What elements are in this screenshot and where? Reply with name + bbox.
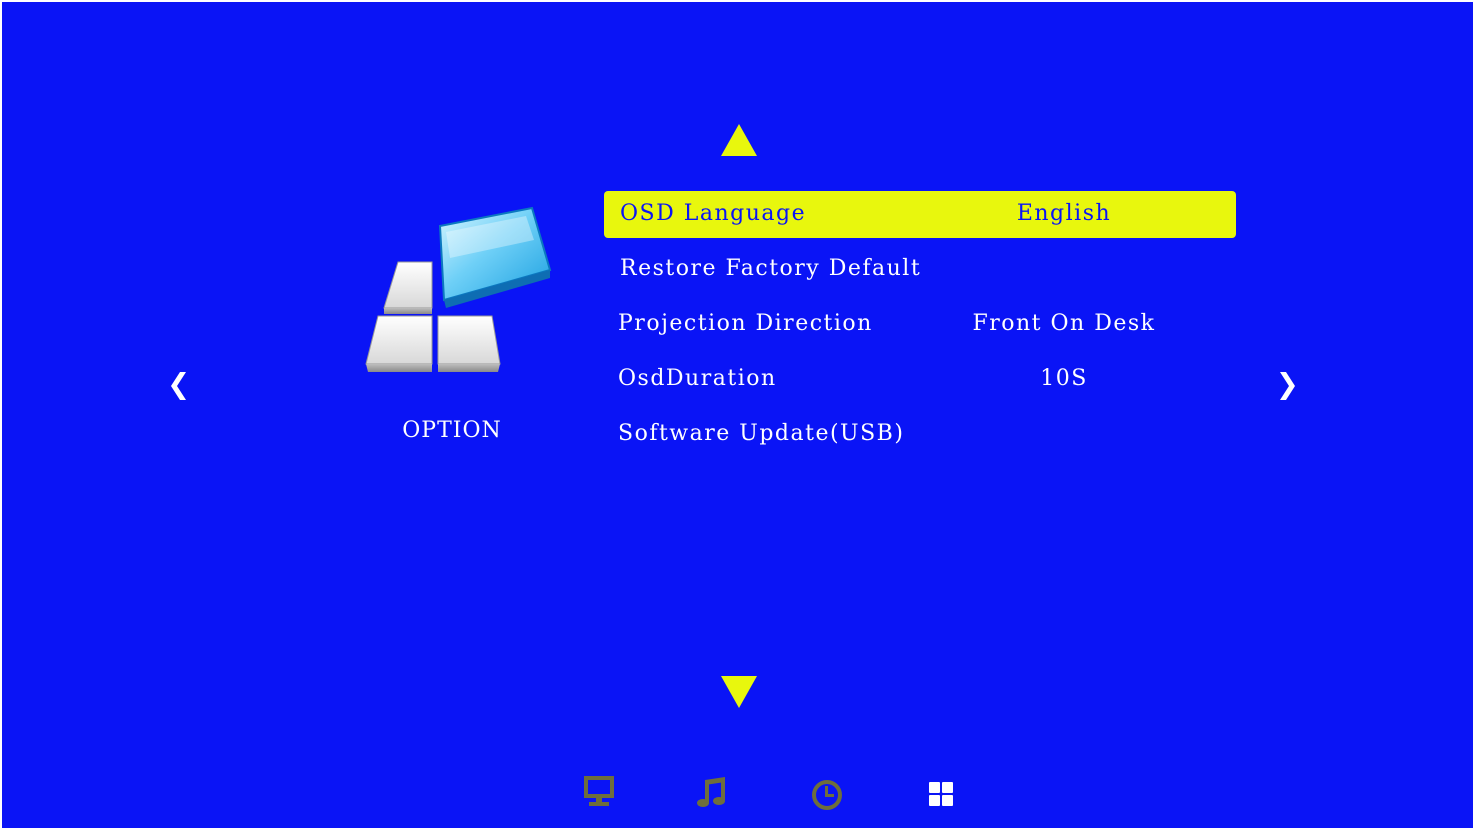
clock-icon[interactable] xyxy=(810,774,844,810)
monitor-icon[interactable] xyxy=(582,774,616,810)
triangle-down-icon[interactable] xyxy=(720,674,758,710)
menu-item-osd-language[interactable]: OSD Language English xyxy=(604,191,1236,238)
menu-item-osd-duration[interactable]: OsdDuration 10S xyxy=(604,356,1236,403)
menu-item-restore-factory-default[interactable]: Restore Factory Default xyxy=(604,246,1236,293)
menu-item-label: Restore Factory Default xyxy=(620,256,922,281)
menu-item-software-update[interactable]: Software Update(USB) xyxy=(604,411,1236,458)
music-note-icon[interactable] xyxy=(695,774,729,810)
options-menu: OSD Language English Restore Factory Def… xyxy=(604,191,1236,466)
menu-item-value: English xyxy=(1016,201,1112,226)
chevron-left-icon[interactable] xyxy=(168,368,192,404)
menu-item-label: OSD Language xyxy=(620,201,807,226)
grid-icon[interactable] xyxy=(925,774,959,810)
option-tiles-icon xyxy=(362,200,554,376)
menu-item-value: 10S xyxy=(1040,366,1088,391)
chevron-right-icon[interactable] xyxy=(1274,368,1298,404)
bottom-nav xyxy=(580,774,980,814)
menu-item-label: OsdDuration xyxy=(618,366,777,391)
menu-item-projection-direction[interactable]: Projection Direction Front On Desk xyxy=(604,301,1236,348)
menu-item-label: Projection Direction xyxy=(618,311,873,336)
menu-item-value: Front On Desk xyxy=(972,311,1156,336)
category-label: OPTION xyxy=(402,418,502,443)
osd-screen: OPTION OSD Language English Restore Fact… xyxy=(2,2,1473,828)
menu-item-label: Software Update(USB) xyxy=(618,421,905,446)
triangle-up-icon[interactable] xyxy=(720,122,758,158)
